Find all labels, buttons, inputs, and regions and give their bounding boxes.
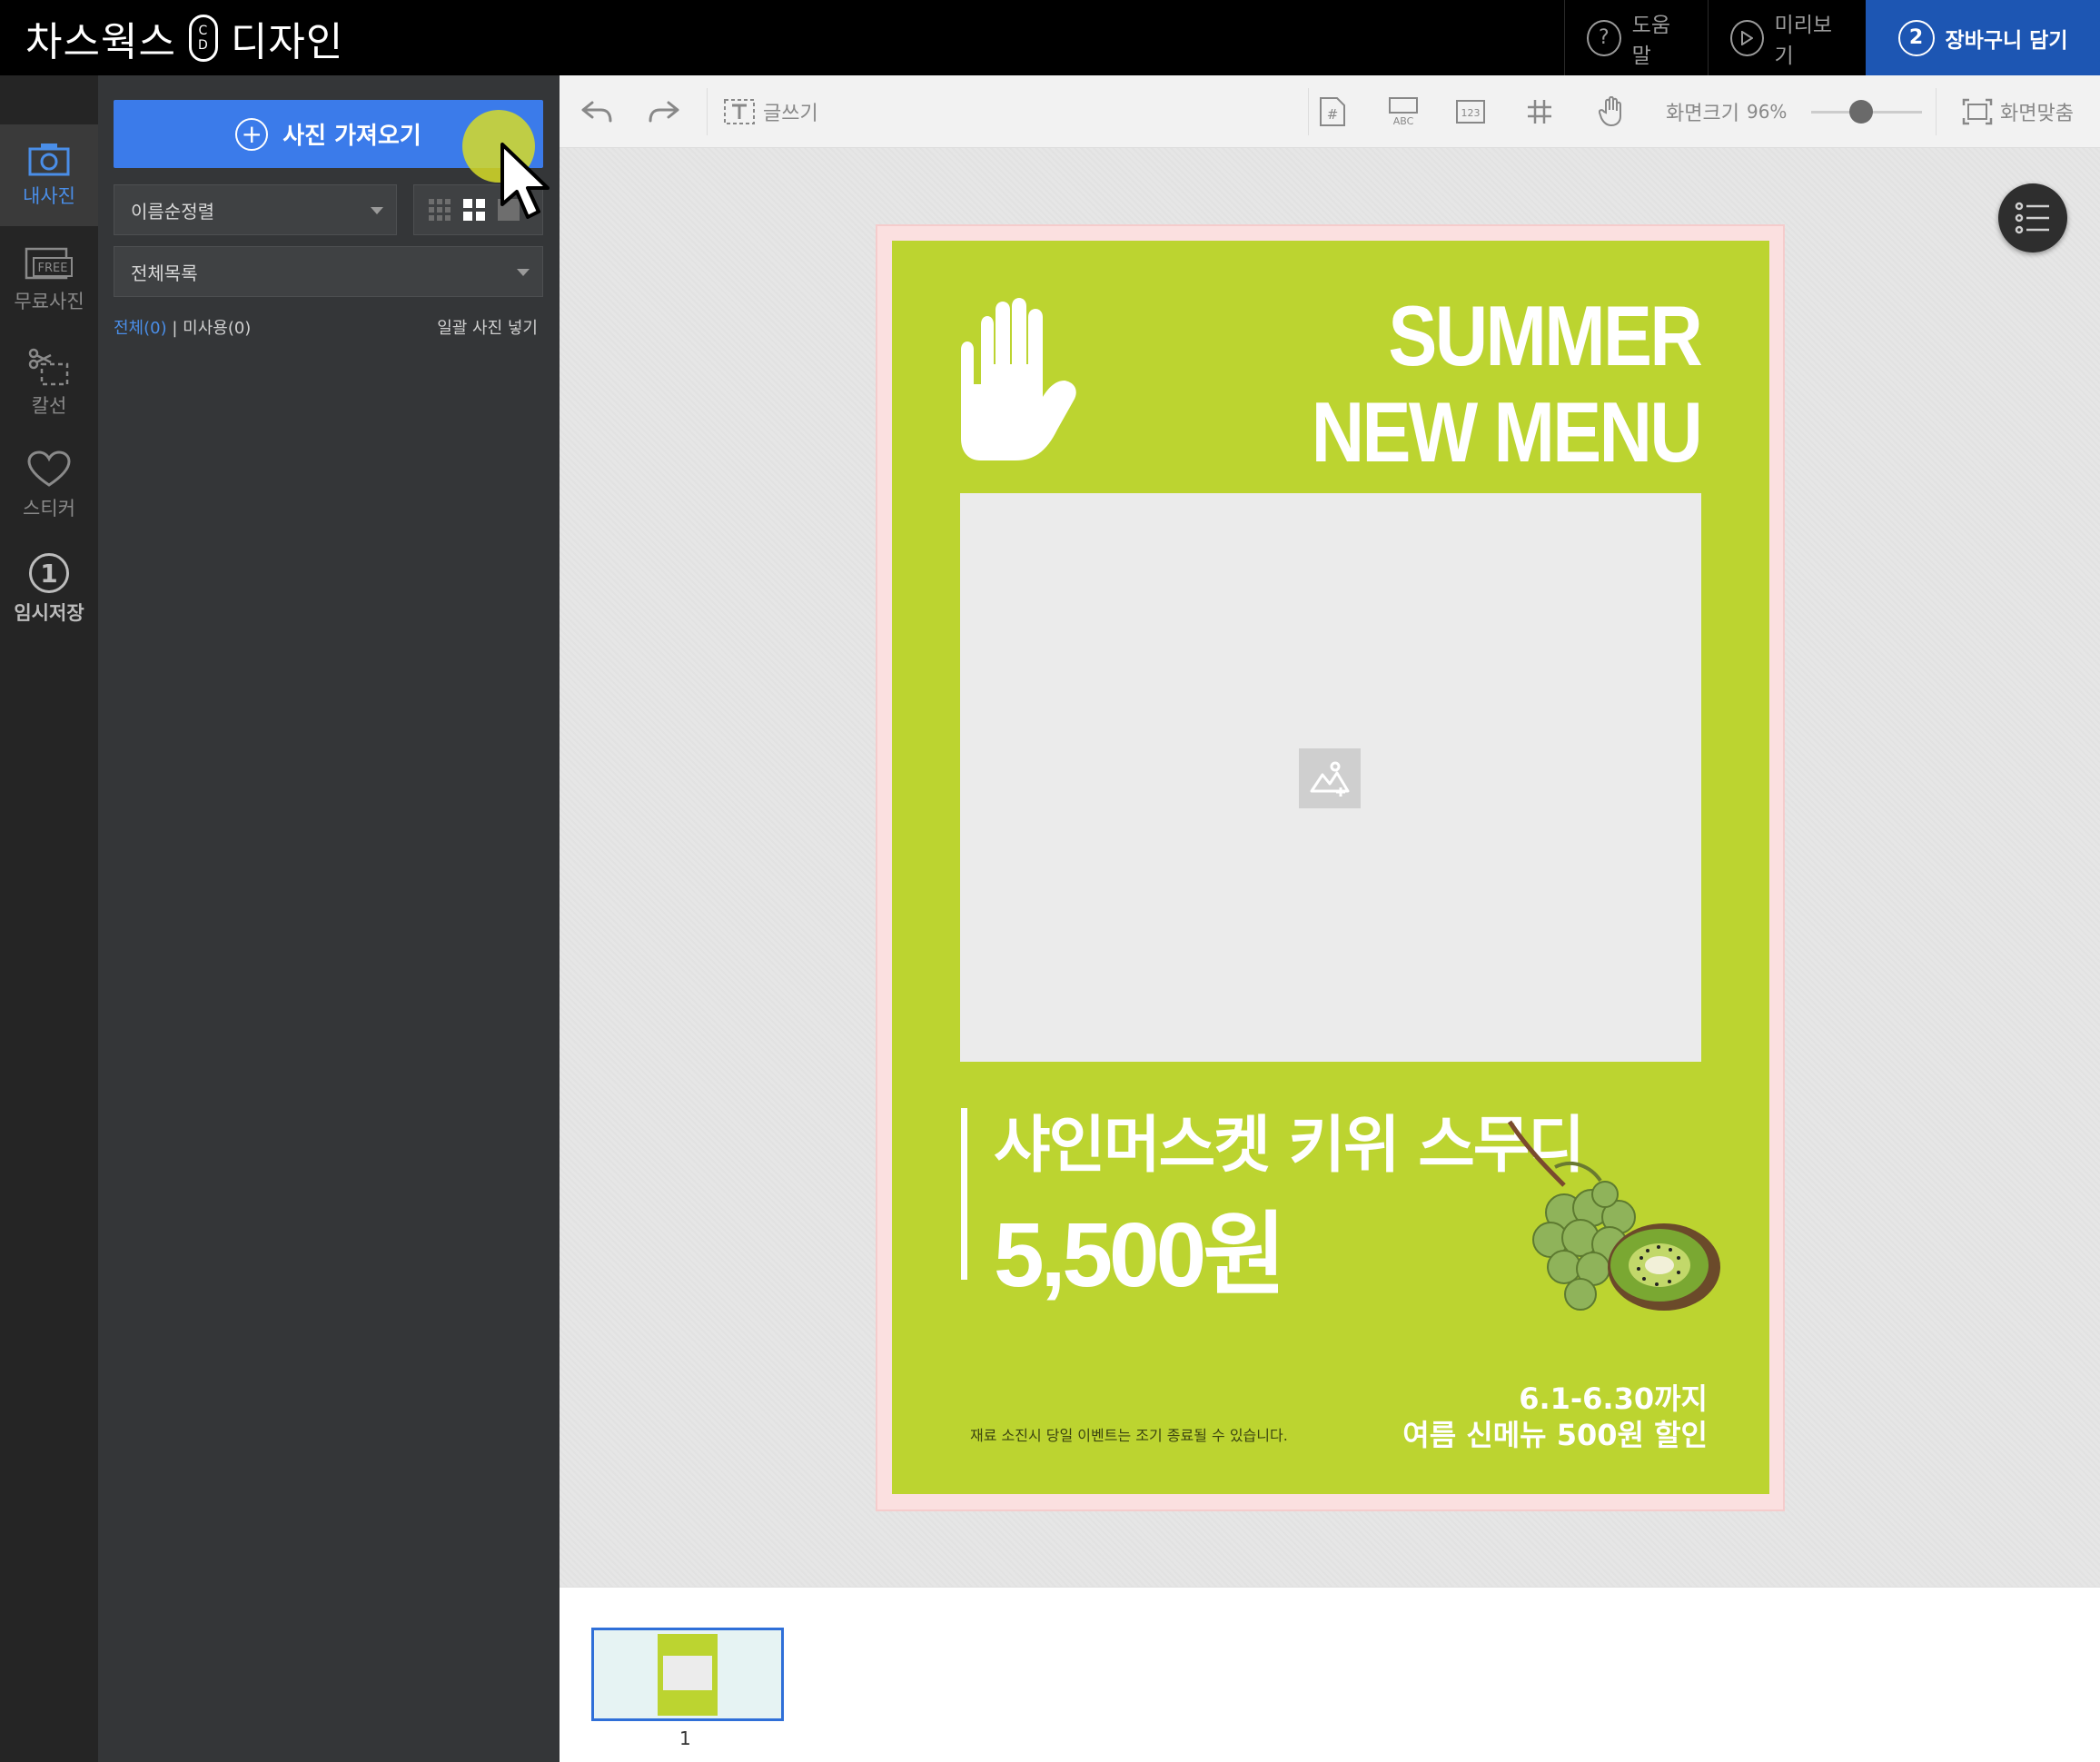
scissors-icon	[28, 348, 69, 386]
svg-text:#: #	[1327, 106, 1339, 123]
mouse-cursor-icon	[500, 143, 550, 219]
undo-button[interactable]	[581, 75, 612, 148]
help-label: 도움말	[1631, 13, 1670, 68]
chevron-down-icon	[517, 269, 530, 276]
redo-button[interactable]	[649, 75, 679, 148]
grid-toggle[interactable]	[1526, 75, 1553, 148]
filter-all[interactable]: 전체(0)	[114, 319, 167, 338]
step-2-icon: 2	[1897, 19, 1935, 56]
add-to-cart-label: 장바구니 담기	[1945, 28, 2068, 53]
pan-tool[interactable]	[1599, 75, 1626, 148]
rail-item-sticker[interactable]: 스티커	[0, 435, 98, 537]
svg-text:FREE: FREE	[38, 262, 68, 275]
album-list-value: 전체목록	[131, 262, 198, 284]
rail-label-my-photos: 내사진	[23, 185, 75, 207]
question-icon: ?	[1587, 19, 1621, 56]
write-text-button[interactable]: 글쓰기	[723, 75, 818, 148]
add-image-icon[interactable]	[1299, 748, 1361, 808]
thumbnail-poster	[658, 1634, 718, 1716]
add-to-cart-button[interactable]: 2 장바구니 담기	[1866, 0, 2100, 75]
filter-unused[interactable]: 미사용(0)	[183, 319, 251, 338]
rail-item-free-photos[interactable]: FREE 무료사진	[0, 228, 98, 330]
left-rail: 내사진 FREE 무료사진 칼선 스티커 1 임시저장	[0, 75, 98, 1762]
hash-page-icon: #	[1320, 97, 1345, 126]
grid-icon	[1528, 100, 1551, 124]
rail-item-cutline[interactable]: 칼선	[0, 332, 98, 433]
write-text-label: 글쓰기	[763, 103, 818, 125]
fit-screen-label: 화면맞춤	[2000, 103, 2074, 125]
rail-item-my-photos[interactable]: 내사진	[0, 124, 98, 226]
grid-small-icon[interactable]	[429, 199, 451, 221]
sort-dropdown[interactable]: 이름순정렬	[114, 184, 397, 235]
photo-panel: + 사진 가져오기 이름순정렬 전체목록 전체(0) | 미사용(0) 일괄 사…	[98, 75, 560, 1762]
accent-bar	[961, 1108, 967, 1280]
poster-disclaimer[interactable]: 재료 소진시 당일 이벤트는 조기 종료될 수 있습니다.	[970, 1423, 1288, 1445]
app-title: 차스웍스	[25, 19, 176, 65]
fit-screen-button[interactable]: 화면맞춤	[1962, 75, 2074, 148]
zoom-value: 96%	[1746, 101, 1788, 123]
toolbar-divider	[707, 88, 708, 135]
number-123-icon: 123	[1456, 100, 1485, 124]
product-price[interactable]: 5,500원	[994, 1181, 1286, 1312]
editor-toolbar: 글쓰기 # ABC 123 화면크기 96% 화면맞춤	[560, 75, 2100, 148]
abc-icon: ABC	[1389, 97, 1418, 127]
zoom-label: 화면크기 96%	[1666, 101, 1788, 125]
page-thumbnail[interactable]	[591, 1628, 784, 1721]
hand-icon	[1599, 96, 1621, 127]
import-photo-label: 사진 가져오기	[282, 123, 421, 150]
top-bar: 차스웍스 CD 디자인 ? 도움말 미리보기 2 장바구니 담기	[0, 0, 2100, 75]
list-icon	[2015, 202, 2049, 234]
toolbar-divider	[1308, 88, 1309, 135]
promo-text[interactable]: 여름 신메뉴 500원 할인	[1402, 1412, 1708, 1454]
app-logo[interactable]: 차스웍스 CD 디자인	[25, 11, 343, 65]
layers-menu-button[interactable]	[1998, 183, 2067, 252]
text-style-tool[interactable]: ABC	[1388, 75, 1419, 148]
page-number: 1	[679, 1727, 691, 1749]
heart-icon	[27, 450, 71, 487]
rail-item-temp-save[interactable]: 1 임시저장	[0, 539, 98, 640]
toolbar-divider	[1936, 88, 1937, 135]
text-box-icon	[724, 99, 755, 124]
play-icon	[1730, 19, 1764, 56]
cd-logo-icon: CD	[188, 15, 218, 62]
grid-large-icon[interactable]	[463, 199, 485, 221]
svg-text:123: 123	[1461, 107, 1481, 119]
page-number-tool[interactable]: #	[1319, 75, 1346, 148]
zoom-slider-handle[interactable]	[1848, 100, 1873, 124]
preview-label: 미리보기	[1774, 13, 1833, 68]
sort-value: 이름순정렬	[131, 200, 214, 223]
number-tool[interactable]: 123	[1455, 75, 1486, 148]
help-button[interactable]: ? 도움말	[1564, 0, 1708, 75]
rail-label-temp-save: 임시저장	[14, 602, 84, 624]
page-strip	[560, 1587, 2100, 1762]
preview-button[interactable]: 미리보기	[1708, 0, 1866, 75]
photo-counts: 전체(0) | 미사용(0)	[114, 319, 252, 338]
undo-icon	[581, 101, 612, 123]
bulk-insert-link[interactable]: 일괄 사진 넣기	[437, 315, 538, 339]
free-photo-icon: FREE	[25, 247, 73, 280]
rail-label-free-photos: 무료사진	[14, 291, 84, 312]
svg-text:ABC: ABC	[1393, 115, 1414, 127]
redo-icon	[649, 101, 679, 123]
grape-kiwi-illustration[interactable]	[1455, 1113, 1728, 1331]
rail-label-sticker: 스티커	[23, 498, 75, 520]
step-1-icon: 1	[29, 553, 69, 593]
rail-label-cutline: 칼선	[31, 395, 67, 417]
app-subtitle: 디자인	[230, 19, 344, 65]
chevron-down-icon	[371, 207, 383, 214]
plus-circle-icon: +	[235, 117, 269, 151]
fit-screen-icon	[1962, 98, 1993, 125]
poster-page[interactable]: SUMMER NEW MENU 샤인머스켓 키위 스무디 5,500원 재료 소…	[892, 241, 1769, 1494]
hand-stop-icon[interactable]	[961, 297, 1083, 460]
album-list-dropdown[interactable]: 전체목록	[114, 246, 543, 297]
poster-headline[interactable]: SUMMER NEW MENU	[1312, 288, 1703, 480]
camera-icon	[28, 144, 70, 176]
